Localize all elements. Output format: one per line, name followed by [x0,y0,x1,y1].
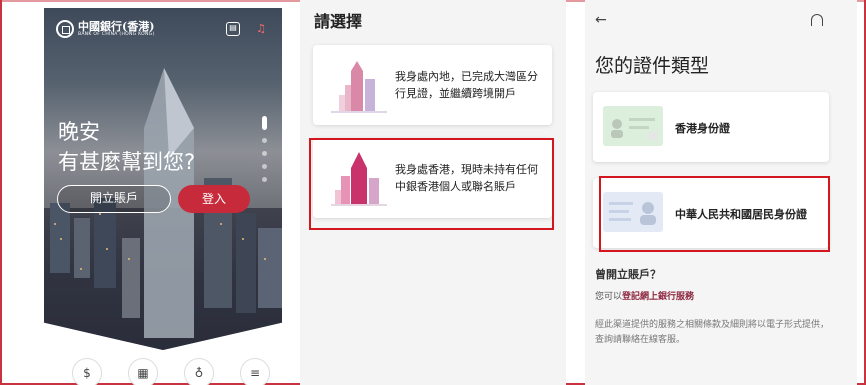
hk-id-card-option[interactable]: 香港身份證 [593,92,829,162]
option-mainland-text: 我身處內地，已完成大灣區分行見證，並繼續跨境開戶 [395,70,538,100]
menu-icon[interactable]: ≡ [240,358,270,385]
greeting-line-1: 晚安 [58,120,100,144]
register-line: 您可以登記網上銀行服務 [595,289,694,302]
greeting-line-2: 有甚麼幫到您? [58,150,196,174]
carousel-dot[interactable] [262,164,267,169]
register-online-banking-link[interactable]: 登記網上銀行服務 [622,292,694,302]
app-header: 中國銀行(香港) BANK OF CHINA (HONG KONG) ▤ ♫ [44,16,282,44]
existing-account-question: 曾開立賬戶？ [595,268,661,281]
dollar-icon[interactable]: $ [72,358,102,385]
back-arrow-icon[interactable]: ← [595,12,607,28]
carousel-dot[interactable] [262,177,267,182]
carousel-dot[interactable] [262,138,267,143]
open-account-button[interactable]: 開立賬戶 [57,185,171,213]
page-title: 您的證件類型 [595,55,710,77]
mainland-buildings-icon [331,61,387,113]
login-button[interactable]: 登入 [178,185,250,213]
customer-service-icon[interactable] [811,14,823,26]
notification-bell-icon[interactable]: ♫ [254,22,268,36]
hk-id-card-label: 香港身份證 [675,122,730,135]
bottom-shortcuts: $ ▦ ♁ ≡ [68,358,270,385]
bank-logo-icon [56,20,74,38]
page-title: 請選擇 [314,12,363,31]
hk-id-card-icon [603,106,663,146]
terms-note: 經此渠道提供的服務之相關條款及細則將以電子形式提供，查詢請聯絡在線客服。 [595,320,830,345]
carousel-dot-active[interactable] [262,116,267,130]
carousel-indicator [262,116,268,190]
headset-icon[interactable]: ♁ [184,358,214,385]
register-prefix: 您可以 [595,292,623,302]
home-screen: 中國銀行(香港) BANK OF CHINA (HONG KONG) ▤ ♫ 晚… [44,8,282,385]
highlight-box-option [309,138,554,230]
city-skyline-image [44,8,282,350]
highlight-box-id-card [599,176,830,252]
calendar-icon[interactable]: ▦ [128,358,158,385]
brand-subtitle: BANK OF CHINA (HONG KONG) [78,32,155,37]
carousel-dot[interactable] [262,151,267,156]
message-icon[interactable]: ▤ [226,22,240,36]
option-mainland[interactable]: 我身處內地，已完成大灣區分行見證，並繼續跨境開戶 [313,45,552,125]
